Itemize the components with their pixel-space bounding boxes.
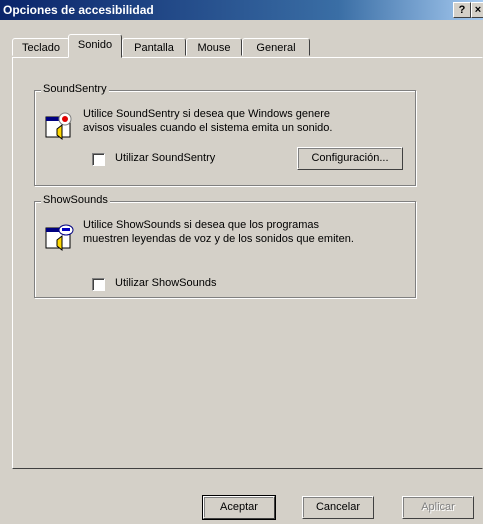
- showsounds-description-line1: Utilice ShowSounds si desea que los prog…: [83, 219, 320, 231]
- configuracion-button[interactable]: Configuración...: [297, 147, 403, 170]
- tab-general[interactable]: General: [242, 38, 310, 56]
- accept-button[interactable]: Aceptar: [202, 495, 276, 520]
- cancel-button[interactable]: Cancelar: [302, 496, 374, 519]
- apply-button[interactable]: Aplicar: [402, 496, 474, 519]
- tab-mouse[interactable]: Mouse: [186, 38, 242, 56]
- soundsentry-checkbox-label: Utilizar SoundSentry: [115, 152, 216, 164]
- tab-teclado[interactable]: Teclado: [12, 38, 70, 56]
- showsounds-checkbox-label: Utilizar ShowSounds: [115, 277, 217, 289]
- tab-pantalla[interactable]: Pantalla: [122, 38, 186, 56]
- showsounds-legend: ShowSounds: [41, 194, 110, 206]
- soundsentry-checkbox[interactable]: [92, 153, 105, 166]
- showsounds-description-line2: muestren leyendas de voz y de los sonido…: [83, 233, 354, 245]
- close-button[interactable]: ×: [471, 2, 483, 18]
- soundsentry-icon: [45, 111, 75, 141]
- title-bar: Opciones de accesibilidad ? ×: [0, 0, 483, 20]
- tab-sonido[interactable]: Sonido: [68, 34, 122, 58]
- soundsentry-legend: SoundSentry: [41, 83, 109, 95]
- soundsentry-description-line1: Utilice SoundSentry si desea que Windows…: [83, 108, 331, 120]
- showsounds-icon: [45, 222, 75, 252]
- soundsentry-group: SoundSentry Utilice SoundSentry si desea…: [34, 83, 416, 186]
- soundsentry-description-line2: avisos visuales cuando el sistema emita …: [83, 122, 333, 134]
- window-title: Opciones de accesibilidad: [3, 3, 154, 17]
- help-button[interactable]: ?: [453, 2, 471, 18]
- showsounds-group: ShowSounds Utilice ShowSounds si desea q…: [34, 194, 416, 298]
- showsounds-checkbox[interactable]: [92, 278, 105, 291]
